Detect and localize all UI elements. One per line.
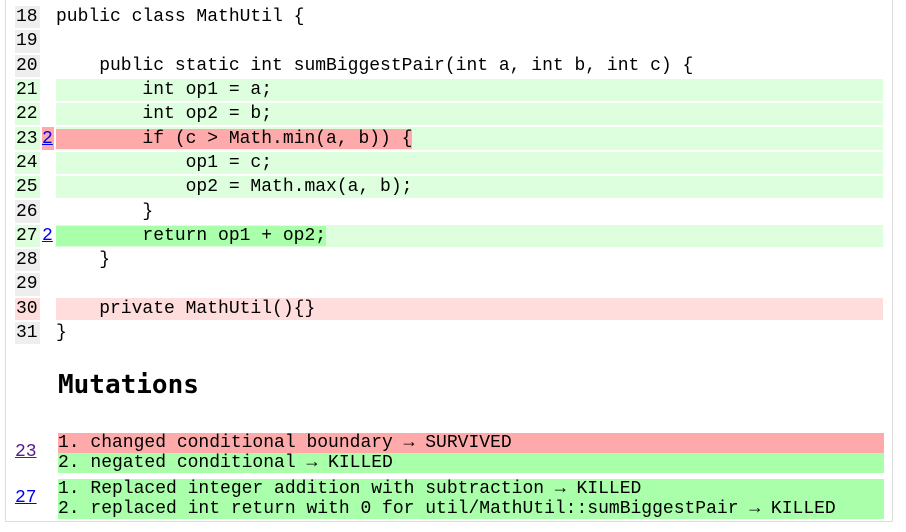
mutation-line-link[interactable]: 23: [15, 442, 37, 462]
code-cell: private MathUtil(){}: [56, 297, 883, 320]
mutation-group: 27 1. Replaced integer addition with subt…: [13, 479, 884, 520]
mutation-line-cell: 27: [15, 488, 45, 508]
source-line: 26 }: [15, 200, 883, 223]
source-line: 30 private MathUtil(){}: [15, 297, 883, 320]
source-line: 28 }: [15, 248, 883, 272]
code-text: }: [56, 250, 111, 271]
mutation-count-cell: [42, 152, 54, 174]
mutation-count-cell: [42, 322, 54, 344]
source-line: 23 2 if (c > Math.min(a, b)) {: [15, 127, 883, 150]
mutation-group: 23 1. changed conditional boundary → SURV…: [13, 433, 884, 474]
mutation-killed: 2. negated conditional → KILLED: [58, 453, 884, 473]
line-number: 29: [15, 273, 40, 296]
code-text: return op1 + op2;: [56, 225, 327, 246]
mutation-count-cell: [42, 176, 54, 198]
code-text: private MathUtil(){}: [56, 298, 316, 319]
code-cell: int op2 = b;: [56, 103, 883, 126]
line-number: 24: [15, 151, 40, 175]
line-number: 31: [15, 321, 40, 345]
code-cell: [56, 30, 883, 52]
code-text: public class MathUtil {: [56, 7, 305, 28]
source-line: 19: [15, 30, 883, 53]
code-cell: }: [56, 249, 883, 271]
mutations-heading: Mutations: [58, 370, 199, 400]
code-text: }: [56, 201, 154, 222]
code-cell: op2 = Math.max(a, b);: [56, 176, 883, 199]
code-cell: public class MathUtil {: [56, 6, 883, 28]
line-number: 30: [15, 297, 40, 320]
mutation-count-cell: [42, 273, 54, 295]
mutation-items: 1. changed conditional boundary → SURVIV…: [58, 433, 884, 473]
source-line: 24 op1 = c;: [15, 151, 883, 175]
mutation-items: 1. Replaced integer addition with subtra…: [58, 479, 884, 519]
source-line: 27 2 return op1 + op2;: [15, 224, 883, 247]
mutation-killed: 2. replaced int return with 0 for util/M…: [58, 499, 884, 519]
line-number: 19: [15, 30, 40, 53]
code-cell: }: [56, 200, 883, 222]
mutation-count-cell: [42, 79, 54, 101]
mutation-count-cell: [42, 298, 54, 320]
source-line: 31}: [15, 321, 883, 345]
code-cell: }: [56, 322, 883, 344]
code-cell: if (c > Math.min(a, b)) {: [56, 127, 883, 150]
mutation-killed: 1. Replaced integer addition with subtra…: [58, 479, 884, 499]
source-code-table: 18 public class MathUtil { 19 20 public sta…: [13, 4, 885, 346]
code-cell: int op1 = a;: [56, 78, 883, 102]
source-line: 21 int op1 = a;: [15, 78, 883, 102]
line-number: 26: [15, 200, 40, 223]
source-line: 20 public static int sumBiggestPair(int …: [15, 54, 883, 77]
line-number: 21: [15, 78, 40, 102]
code-text: op2 = Math.max(a, b);: [56, 177, 413, 198]
code-cell: return op1 + op2;: [56, 224, 883, 247]
line-number: 28: [15, 248, 40, 272]
mutation-line-link[interactable]: 27: [15, 488, 37, 508]
line-number: 20: [15, 54, 40, 77]
code-cell: op1 = c;: [56, 151, 883, 175]
code-text: }: [56, 323, 67, 343]
mutation-count-cell: 2: [42, 225, 54, 247]
code-text: int op1 = a;: [56, 80, 273, 101]
code-text: op1 = c;: [56, 152, 273, 173]
source-line: 25 op2 = Math.max(a, b);: [15, 176, 883, 199]
line-number: 25: [15, 176, 40, 199]
code-cell: public static int sumBiggestPair(int a, …: [56, 55, 883, 77]
line-number: 23: [15, 127, 40, 150]
mutation-survived: 1. changed conditional boundary → SURVIV…: [58, 433, 884, 453]
line-number: 18: [15, 6, 40, 29]
code-text: int op2 = b;: [56, 104, 273, 125]
mutation-count-cell: [42, 6, 54, 28]
source-line: 18 public class MathUtil {: [15, 6, 883, 29]
source-line: 29: [15, 273, 883, 296]
mutation-count-cell: 2: [42, 127, 54, 150]
code-cell: [56, 273, 883, 295]
code-text: if (c > Math.min(a, b)) {: [56, 128, 413, 149]
mutation-count-cell: [42, 30, 54, 52]
mutation-count-link[interactable]: 2: [42, 129, 53, 149]
line-number: 27: [15, 224, 40, 247]
mutation-count-link[interactable]: 2: [42, 226, 53, 246]
line-number: 22: [15, 103, 40, 126]
mutation-line-cell: 23: [15, 442, 45, 462]
code-text: public static int sumBiggestPair(int a, …: [56, 55, 694, 76]
source-line: 22 int op2 = b;: [15, 103, 883, 126]
mutation-count-cell: [42, 200, 54, 222]
mutation-count-cell: [42, 103, 54, 125]
mutation-count-cell: [42, 249, 54, 271]
mutation-count-cell: [42, 55, 54, 77]
